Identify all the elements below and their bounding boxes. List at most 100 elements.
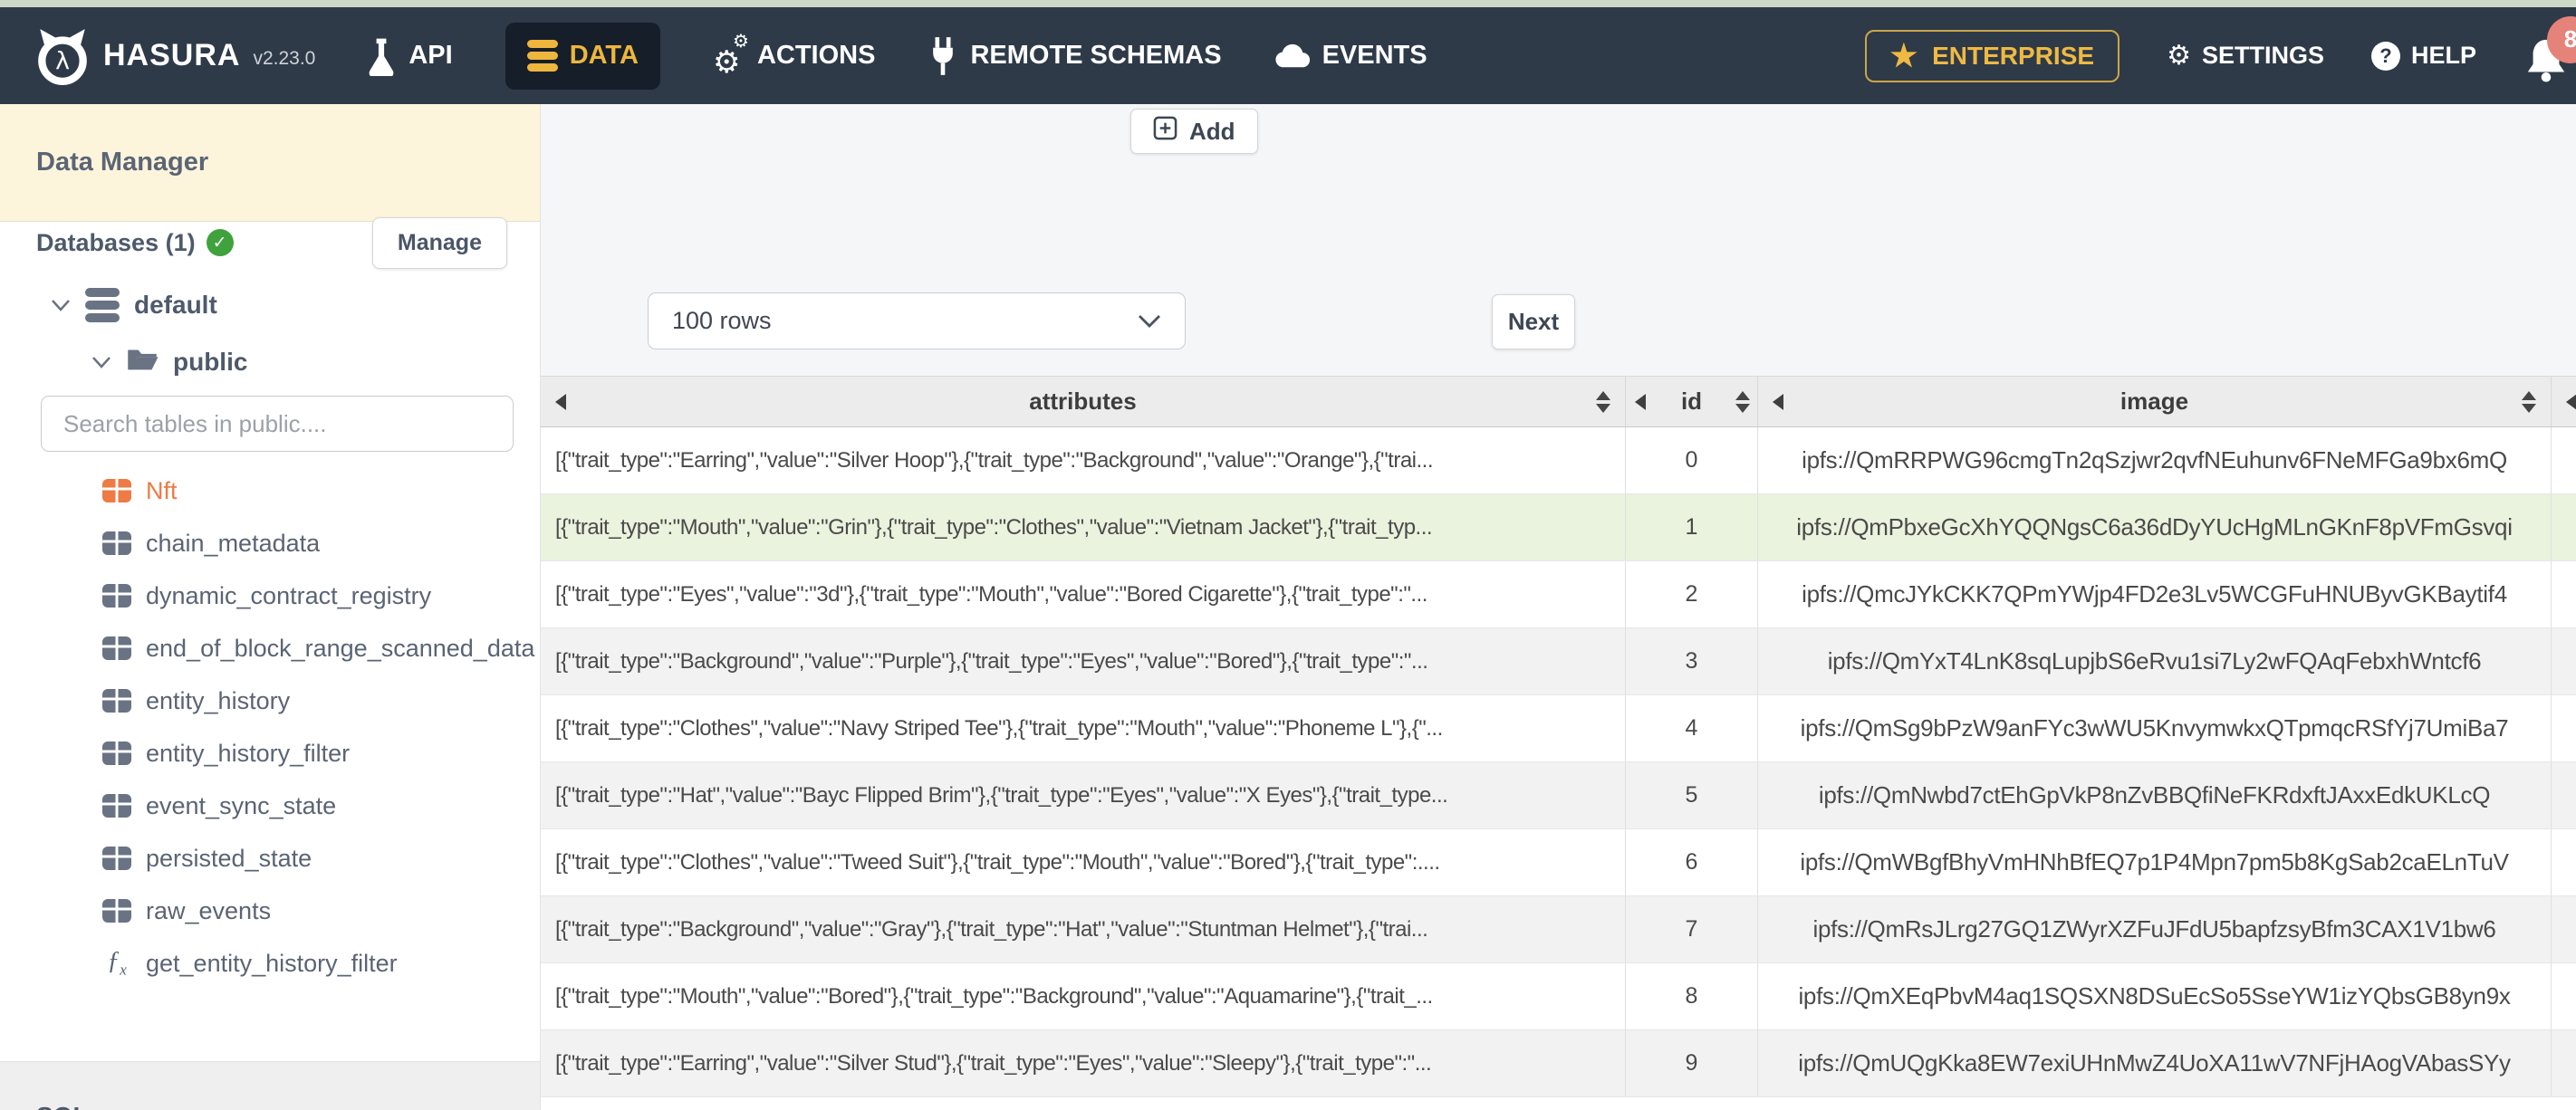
notifications-button[interactable]: 8 (2523, 15, 2576, 83)
cell-attributes: [{"trait_type":"Mouth","value":"Grin"},{… (541, 494, 1626, 560)
table-icon (101, 740, 132, 767)
cell-image: ipfs://QmSg9bPzW9anFYc3wWU5KnvymwkxQTpmq… (1758, 695, 2552, 761)
plug-icon (928, 35, 958, 77)
cell-clipped (2552, 561, 2576, 627)
cell-clipped (2552, 695, 2576, 761)
tree-node-label: public (173, 348, 248, 376)
cell-attributes: [{"trait_type":"Earring","value":"Silver… (541, 1030, 1626, 1096)
cell-image: ipfs://QmRRPWG96cmgTn2qSzjwr2qvfNEuhunv6… (1758, 427, 2552, 493)
collapse-column-icon[interactable] (1773, 393, 1783, 410)
sidebar-footer: SQL (0, 1061, 540, 1110)
cell-id: 7 (1626, 896, 1758, 962)
cell-attributes: [{"trait_type":"Background","value":"Pur… (541, 628, 1626, 694)
sidebar-item-event-sync-state[interactable]: event_sync_state (0, 780, 540, 832)
cell-image: ipfs://QmPbxeGcXhYQQNgsC6a36dDyYUcHgMLnG… (1758, 494, 2552, 560)
nav-item-remote-schemas[interactable]: REMOTE SCHEMAS (928, 35, 1222, 77)
cell-clipped (2552, 963, 2576, 1029)
sidebar-item-entity-history-filter[interactable]: entity_history_filter (0, 727, 540, 780)
sidebar-item-dynamic-contract-registry[interactable]: dynamic_contract_registry (0, 569, 540, 622)
search-tables-input[interactable] (41, 396, 514, 452)
collapse-column-icon[interactable] (2566, 393, 2576, 410)
cell-image: ipfs://QmcJYkCKK7QPmYWjp4FD2e3Lv5WCGFuHN… (1758, 561, 2552, 627)
sidebar-item-get-entity-history-filter[interactable]: ƒx get_entity_history_filter (0, 937, 540, 990)
table-row[interactable]: [{"trait_type":"Eyes","value":"3d"},{"tr… (541, 561, 2576, 628)
sql-section-link[interactable]: SQL (36, 1102, 89, 1110)
data-sidebar: Data Manager Databases (1) ✓ Manage defa… (0, 104, 541, 1110)
column-header-attributes[interactable]: attributes (541, 377, 1626, 426)
cell-id: 1 (1626, 494, 1758, 560)
table-name: get_entity_history_filter (146, 949, 398, 977)
sidebar-title: Data Manager (36, 148, 209, 177)
gear-icon: ⚙ (2167, 40, 2191, 71)
column-header-id[interactable]: id (1626, 377, 1758, 426)
chevron-down-icon (1138, 314, 1161, 329)
manage-button[interactable]: Manage (371, 216, 507, 269)
tree-node-public-schema[interactable]: public (91, 342, 247, 382)
nav-item-actions[interactable]: ⚙ ⚙ ACTIONS (712, 31, 876, 80)
clipped-next-row (541, 1097, 2576, 1110)
sidebar-item-persisted-state[interactable]: persisted_state (0, 832, 540, 885)
cell-image: ipfs://QmYxT4LnK8sqLupjbS6eRvu1si7Ly2wFQ… (1758, 628, 2552, 694)
table-row[interactable]: [{"trait_type":"Earring","value":"Silver… (541, 1030, 2576, 1097)
database-icon (526, 40, 558, 72)
nav-item-events[interactable]: EVENTS (1274, 41, 1427, 71)
star-icon: ★ (1889, 38, 1918, 73)
sidebar-item-end-of-block-range-scanned-data[interactable]: end_of_block_range_scanned_data (0, 622, 540, 675)
brand[interactable]: λ HASURA v2.23.0 (33, 24, 315, 88)
tree-node-default-db[interactable]: default (51, 285, 217, 325)
collapse-column-icon[interactable] (555, 393, 566, 410)
table-row[interactable]: [{"trait_type":"Earring","value":"Silver… (541, 427, 2576, 494)
version-label: v2.23.0 (253, 47, 316, 69)
add-row-button[interactable]: Add (1130, 109, 1258, 154)
table-row[interactable]: [{"trait_type":"Mouth","value":"Bored"},… (541, 963, 2576, 1030)
cell-attributes: [{"trait_type":"Clothes","value":"Navy S… (541, 695, 1626, 761)
cell-id: 4 (1626, 695, 1758, 761)
chevron-down-icon[interactable] (91, 356, 111, 368)
add-square-plus-icon (1153, 116, 1177, 147)
nav-item-api[interactable]: API (366, 36, 453, 76)
flask-icon (366, 36, 397, 76)
nav-item-data[interactable]: DATA (505, 22, 660, 90)
navbar-right: ★ ENTERPRISE ⚙ SETTINGS ? HELP 8 (1864, 15, 2576, 83)
browse-rows-main: Add 100 rows Next attributes id image [{… (541, 104, 2576, 1110)
cell-clipped (2552, 494, 2576, 560)
table-icon (101, 687, 132, 714)
sort-icon (1735, 390, 1750, 413)
help-button[interactable]: ? HELP (2370, 41, 2476, 71)
table-row[interactable]: [{"trait_type":"Clothes","value":"Navy S… (541, 695, 2576, 762)
cell-image: ipfs://QmRsJLrg27GQ1ZWyrXZFuJFdU5bapfzsy… (1758, 896, 2552, 962)
table-row[interactable]: [{"trait_type":"Clothes","value":"Tweed … (541, 829, 2576, 896)
collapse-column-icon[interactable] (1635, 393, 1646, 410)
enterprise-button[interactable]: ★ ENTERPRISE (1864, 29, 2120, 82)
rows-per-page-select[interactable]: 100 rows (648, 292, 1186, 349)
nav-item-label: API (409, 41, 453, 70)
table-row[interactable]: [{"trait_type":"Mouth","value":"Grin"},{… (541, 494, 2576, 561)
column-label: image (2119, 388, 2189, 415)
nav-item-label: DATA (569, 41, 639, 70)
cell-id: 6 (1626, 829, 1758, 895)
databases-label: Databases (1) (36, 228, 196, 256)
column-header-image[interactable]: image (1758, 377, 2552, 426)
question-icon: ? (2370, 41, 2400, 71)
sidebar-item-chain-metadata[interactable]: chain_metadata (0, 517, 540, 569)
gears-icon: ⚙ ⚙ (712, 31, 749, 80)
next-page-button[interactable]: Next (1492, 294, 1575, 349)
table-name: event_sync_state (146, 791, 337, 819)
table-row[interactable]: [{"trait_type":"Background","value":"Gra… (541, 896, 2576, 963)
cell-id: 5 (1626, 762, 1758, 828)
sidebar-item-nft[interactable]: Nft (0, 464, 540, 517)
function-icon: ƒx (107, 947, 127, 979)
settings-button[interactable]: ⚙ SETTINGS (2167, 42, 2324, 70)
sidebar-item-raw-events[interactable]: raw_events (0, 885, 540, 937)
rows-select-value: 100 rows (672, 307, 772, 334)
chevron-down-icon[interactable] (51, 299, 71, 311)
table-row[interactable]: [{"trait_type":"Hat","value":"Bayc Flipp… (541, 762, 2576, 829)
cell-attributes: [{"trait_type":"Hat","value":"Bayc Flipp… (541, 762, 1626, 828)
tables-list: Nft chain_metadata dynamic_contract_regi… (0, 464, 540, 990)
top-navbar: λ HASURA v2.23.0 API DATA ⚙ ⚙ ACTIONS RE… (0, 7, 2576, 104)
folder-open-icon (126, 347, 159, 378)
column-header-clipped[interactable] (2552, 377, 2576, 426)
table-row[interactable]: [{"trait_type":"Background","value":"Pur… (541, 628, 2576, 695)
table-icon (101, 635, 132, 662)
sidebar-item-entity-history[interactable]: entity_history (0, 675, 540, 727)
